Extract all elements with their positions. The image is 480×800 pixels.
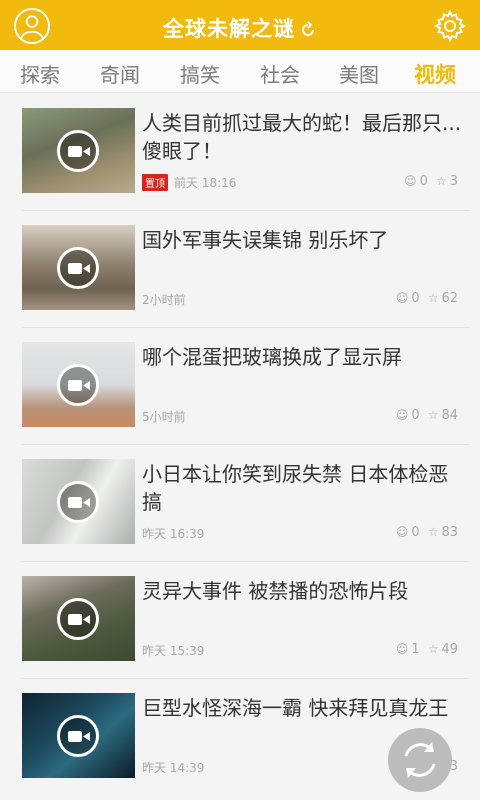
item-meta: 昨天 14:39 bbox=[142, 759, 204, 776]
comment-icon: ☺ bbox=[404, 174, 417, 188]
list-item[interactable]: 灵异大事件 被禁播的恐怖片段 昨天 15:39 ☺ 1 ☆ 49 bbox=[0, 562, 480, 679]
star-icon: ☆ bbox=[427, 291, 439, 305]
item-meta: 昨天 16:39 bbox=[142, 525, 204, 542]
category-tabs: 探索 奇闻 搞笑 社会 美图 视频 bbox=[0, 50, 480, 93]
item-stats: ☺ 1 ☆ 49 bbox=[388, 642, 458, 657]
refresh-icon bbox=[404, 742, 436, 778]
item-stats: ☺ 0 ☆ 3 bbox=[396, 174, 458, 189]
favorite-count: 83 bbox=[441, 525, 458, 540]
play-icon bbox=[57, 481, 99, 523]
item-meta: 2小时前 bbox=[142, 291, 186, 308]
item-time: 昨天 15:39 bbox=[142, 644, 205, 658]
comment-icon: ☺ bbox=[395, 642, 409, 656]
item-stats: ☺ 0 ☆ 83 bbox=[388, 525, 458, 540]
video-thumbnail[interactable] bbox=[22, 459, 135, 544]
play-icon bbox=[57, 130, 99, 172]
tab-oddities[interactable]: 奇闻 bbox=[100, 59, 140, 88]
item-stats: ☺ 0 ☆ 84 bbox=[388, 408, 458, 423]
item-title[interactable]: 哪个混蛋把玻璃换成了显示屏 bbox=[142, 343, 467, 371]
item-title[interactable]: 巨型水怪深海一霸 快来拜见真龙王 bbox=[142, 694, 467, 722]
item-time: 昨天 16:39 bbox=[142, 527, 205, 541]
item-title[interactable]: 国外军事失误集锦 别乐坏了 bbox=[142, 226, 467, 254]
tab-society[interactable]: 社会 bbox=[260, 59, 300, 88]
comment-count: 0 bbox=[411, 291, 420, 306]
favorite-count: 62 bbox=[441, 291, 458, 306]
item-title[interactable]: 人类目前抓过最大的蛇！最后那只...傻眼了！ bbox=[142, 109, 467, 165]
comment-count: 1 bbox=[411, 642, 420, 657]
app-title: 全球未解之谜 bbox=[0, 13, 480, 43]
video-thumbnail[interactable] bbox=[22, 225, 135, 310]
tab-funny[interactable]: 搞笑 bbox=[180, 59, 220, 88]
video-thumbnail[interactable] bbox=[22, 576, 135, 661]
top-bar: 全球未解之谜 bbox=[0, 0, 480, 50]
item-time: 昨天 14:39 bbox=[142, 761, 205, 775]
tab-pictures[interactable]: 美图 bbox=[339, 59, 379, 88]
star-icon: ☆ bbox=[435, 174, 447, 188]
list-item[interactable]: 国外军事失误集锦 别乐坏了 2小时前 ☺ 0 ☆ 62 bbox=[0, 211, 480, 328]
item-meta: 5小时前 bbox=[142, 408, 186, 425]
item-meta: 置顶 前天 18:16 bbox=[142, 174, 236, 191]
item-time: 5小时前 bbox=[142, 410, 186, 424]
refresh-button[interactable] bbox=[388, 728, 452, 792]
refresh-icon[interactable] bbox=[299, 21, 317, 39]
video-thumbnail[interactable] bbox=[22, 693, 135, 778]
comment-icon: ☺ bbox=[395, 408, 409, 422]
pinned-badge: 置顶 bbox=[142, 174, 168, 191]
comment-count: 0 bbox=[411, 408, 420, 423]
comment-count: 0 bbox=[419, 174, 428, 189]
play-icon bbox=[57, 247, 99, 289]
star-icon: ☆ bbox=[427, 525, 439, 539]
item-title[interactable]: 灵异大事件 被禁播的恐怖片段 bbox=[142, 577, 467, 605]
star-icon: ☆ bbox=[427, 408, 439, 422]
item-time: 前天 18:16 bbox=[174, 176, 237, 190]
favorite-count: 49 bbox=[441, 642, 458, 657]
comment-icon: ☺ bbox=[395, 525, 409, 539]
comment-count: 0 bbox=[411, 525, 420, 540]
app-title-text: 全球未解之谜 bbox=[163, 17, 295, 41]
list-item[interactable]: 小日本让你笑到尿失禁 日本体检恶搞 昨天 16:39 ☺ 0 ☆ 83 bbox=[0, 445, 480, 562]
play-icon bbox=[57, 364, 99, 406]
item-title[interactable]: 小日本让你笑到尿失禁 日本体检恶搞 bbox=[142, 460, 467, 516]
tab-video[interactable]: 视频 bbox=[414, 59, 456, 89]
item-time: 2小时前 bbox=[142, 293, 186, 307]
gear-icon[interactable] bbox=[434, 10, 466, 42]
play-icon bbox=[57, 598, 99, 640]
item-meta: 昨天 15:39 bbox=[142, 642, 204, 659]
star-icon: ☆ bbox=[427, 642, 439, 656]
play-icon bbox=[57, 715, 99, 757]
item-stats: ☺ 0 ☆ 62 bbox=[388, 291, 458, 306]
list-item[interactable]: 人类目前抓过最大的蛇！最后那只...傻眼了！ 置顶 前天 18:16 ☺ 0 ☆ 3 bbox=[0, 94, 480, 211]
tab-explore[interactable]: 探索 bbox=[20, 59, 60, 88]
video-thumbnail[interactable] bbox=[22, 108, 135, 193]
video-thumbnail[interactable] bbox=[22, 342, 135, 427]
favorite-count: 84 bbox=[441, 408, 458, 423]
comment-icon: ☺ bbox=[395, 291, 409, 305]
favorite-count: 3 bbox=[449, 174, 458, 189]
list-item[interactable]: 哪个混蛋把玻璃换成了显示屏 5小时前 ☺ 0 ☆ 84 bbox=[0, 328, 480, 445]
